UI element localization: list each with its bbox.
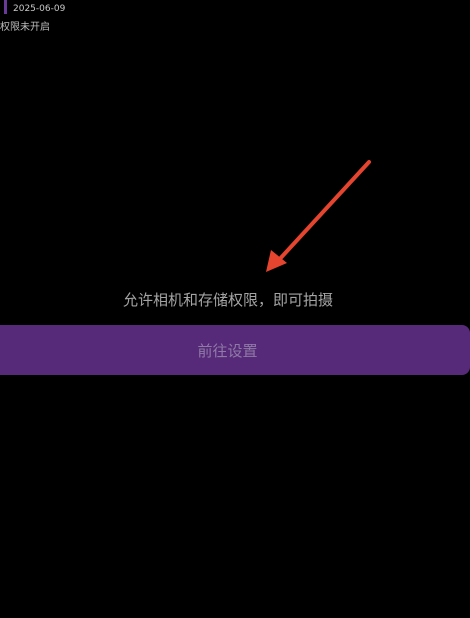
permission-status-text: 权限未开启 — [0, 22, 50, 33]
top-info: 2025-06-09 权限未开启 — [0, 0, 200, 40]
permission-message: 允许相机和存储权限，即可拍摄 — [122, 291, 333, 309]
accent-bar — [4, 0, 7, 14]
go-to-settings-button[interactable]: 前往设置 — [0, 325, 470, 375]
camera-permission-screen: 2025-06-09 权限未开启 允许相机和存储权限，即可拍摄 前往设置 — [0, 0, 470, 618]
date-label: 2025-06-09 — [13, 4, 66, 14]
settings-button-label: 前往设置 — [197, 341, 258, 360]
